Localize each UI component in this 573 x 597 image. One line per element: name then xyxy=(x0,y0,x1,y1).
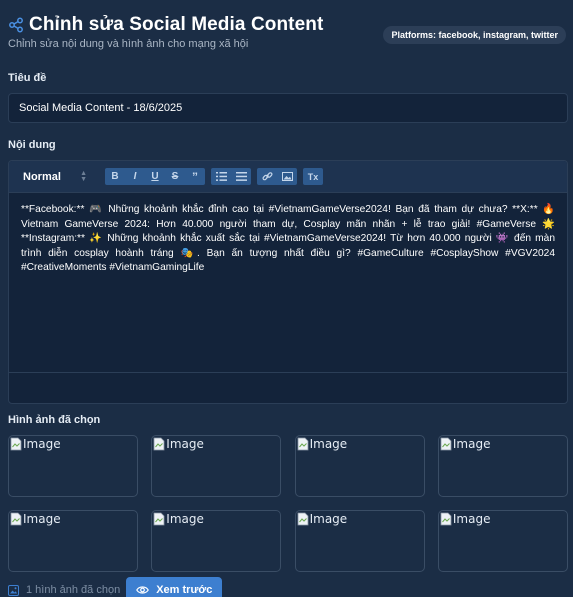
image-thumbnail[interactable]: Image xyxy=(294,510,425,572)
image-grid: Image Image Image Image Image Image Imag… xyxy=(8,435,570,572)
image-icon xyxy=(281,172,293,181)
image-count-icon xyxy=(8,584,19,596)
image-thumbnail[interactable]: Image xyxy=(437,435,568,497)
image-alt-text: Image xyxy=(452,437,491,451)
title-input[interactable]: Social Media Content - 18/6/2025 xyxy=(8,93,568,123)
broken-image: Image xyxy=(440,437,491,451)
preview-button[interactable]: Xem trước xyxy=(126,577,223,597)
image-alt-text: Image xyxy=(166,512,204,526)
image-count-text: 1 hình ảnh đã chọn xyxy=(26,584,121,596)
broken-image-icon xyxy=(153,512,165,526)
underline-button[interactable]: U xyxy=(145,168,165,185)
page-title: Chỉnh sửa Social Media Content xyxy=(29,14,324,35)
broken-image-icon xyxy=(440,512,452,526)
text-format-group: B I U S ” xyxy=(105,168,205,185)
broken-image-icon xyxy=(297,437,308,451)
image-thumbnail[interactable]: Image xyxy=(8,435,138,497)
insert-group xyxy=(257,168,297,185)
bullet-list-icon xyxy=(235,172,247,181)
editor-divider xyxy=(9,372,567,373)
link-icon xyxy=(261,172,273,181)
image-alt-text: Image xyxy=(23,437,61,451)
editor-toolbar: Normal ▲ ▼ B I U S ” Tx xyxy=(9,161,567,193)
select-arrows-icon: ▲ ▼ xyxy=(80,169,87,183)
image-thumbnail[interactable]: Image xyxy=(151,435,282,497)
broken-image-icon xyxy=(153,437,165,451)
platforms-badge: Platforms: facebook, instagram, twitter xyxy=(383,26,566,44)
content-label: Nội dung xyxy=(8,139,56,151)
broken-image-icon xyxy=(440,437,452,451)
strike-button[interactable]: S xyxy=(165,168,185,185)
link-button[interactable] xyxy=(257,168,277,185)
broken-image: Image xyxy=(153,437,204,451)
list-group xyxy=(211,168,251,185)
image-button[interactable] xyxy=(277,168,297,185)
editor-footer: 1 hình ảnh đã chọn Xem trước xyxy=(8,577,223,597)
broken-image: Image xyxy=(153,512,204,526)
clear-format-button[interactable]: Tx xyxy=(303,168,323,185)
preview-button-label: Xem trước xyxy=(156,584,213,596)
bullet-list-button[interactable] xyxy=(231,168,251,185)
image-alt-text: Image xyxy=(23,512,61,526)
image-thumbnail[interactable]: Image xyxy=(151,510,282,572)
ordered-list-icon xyxy=(215,172,227,181)
format-select[interactable]: Normal ▲ ▼ xyxy=(17,166,93,188)
broken-image: Image xyxy=(10,437,61,451)
page-header: Chỉnh sửa Social Media Content Chỉnh sửa… xyxy=(8,14,568,54)
broken-image-icon xyxy=(10,512,22,526)
eye-icon xyxy=(136,586,150,594)
broken-image-icon xyxy=(10,437,22,451)
image-thumbnail[interactable]: Image xyxy=(437,510,568,572)
image-alt-text: Image xyxy=(452,512,491,526)
ordered-list-button[interactable] xyxy=(211,168,231,185)
broken-image: Image xyxy=(440,512,491,526)
image-thumbnail[interactable]: Image xyxy=(294,435,425,497)
clean-group: Tx xyxy=(303,168,323,185)
editor-content[interactable]: **Facebook:** 🎮 Những khoảnh khắc đỉnh c… xyxy=(9,193,567,373)
image-alt-text: Image xyxy=(309,512,348,526)
images-label: Hình ảnh đã chọn xyxy=(8,414,101,426)
format-select-value: Normal xyxy=(23,170,61,183)
image-alt-text: Image xyxy=(166,437,204,451)
share-icon xyxy=(9,17,23,33)
broken-image: Image xyxy=(297,512,348,526)
italic-button[interactable]: I xyxy=(125,168,145,185)
image-alt-text: Image xyxy=(309,437,348,451)
image-thumbnail[interactable]: Image xyxy=(8,510,138,572)
broken-image: Image xyxy=(297,437,348,451)
title-label: Tiêu đề xyxy=(8,72,47,84)
blockquote-button[interactable]: ” xyxy=(185,168,205,185)
bold-button[interactable]: B xyxy=(105,168,125,185)
broken-image: Image xyxy=(10,512,61,526)
broken-image-icon xyxy=(297,512,308,526)
rich-text-editor: Normal ▲ ▼ B I U S ” Tx **Facebook:** 🎮 … xyxy=(8,160,568,404)
